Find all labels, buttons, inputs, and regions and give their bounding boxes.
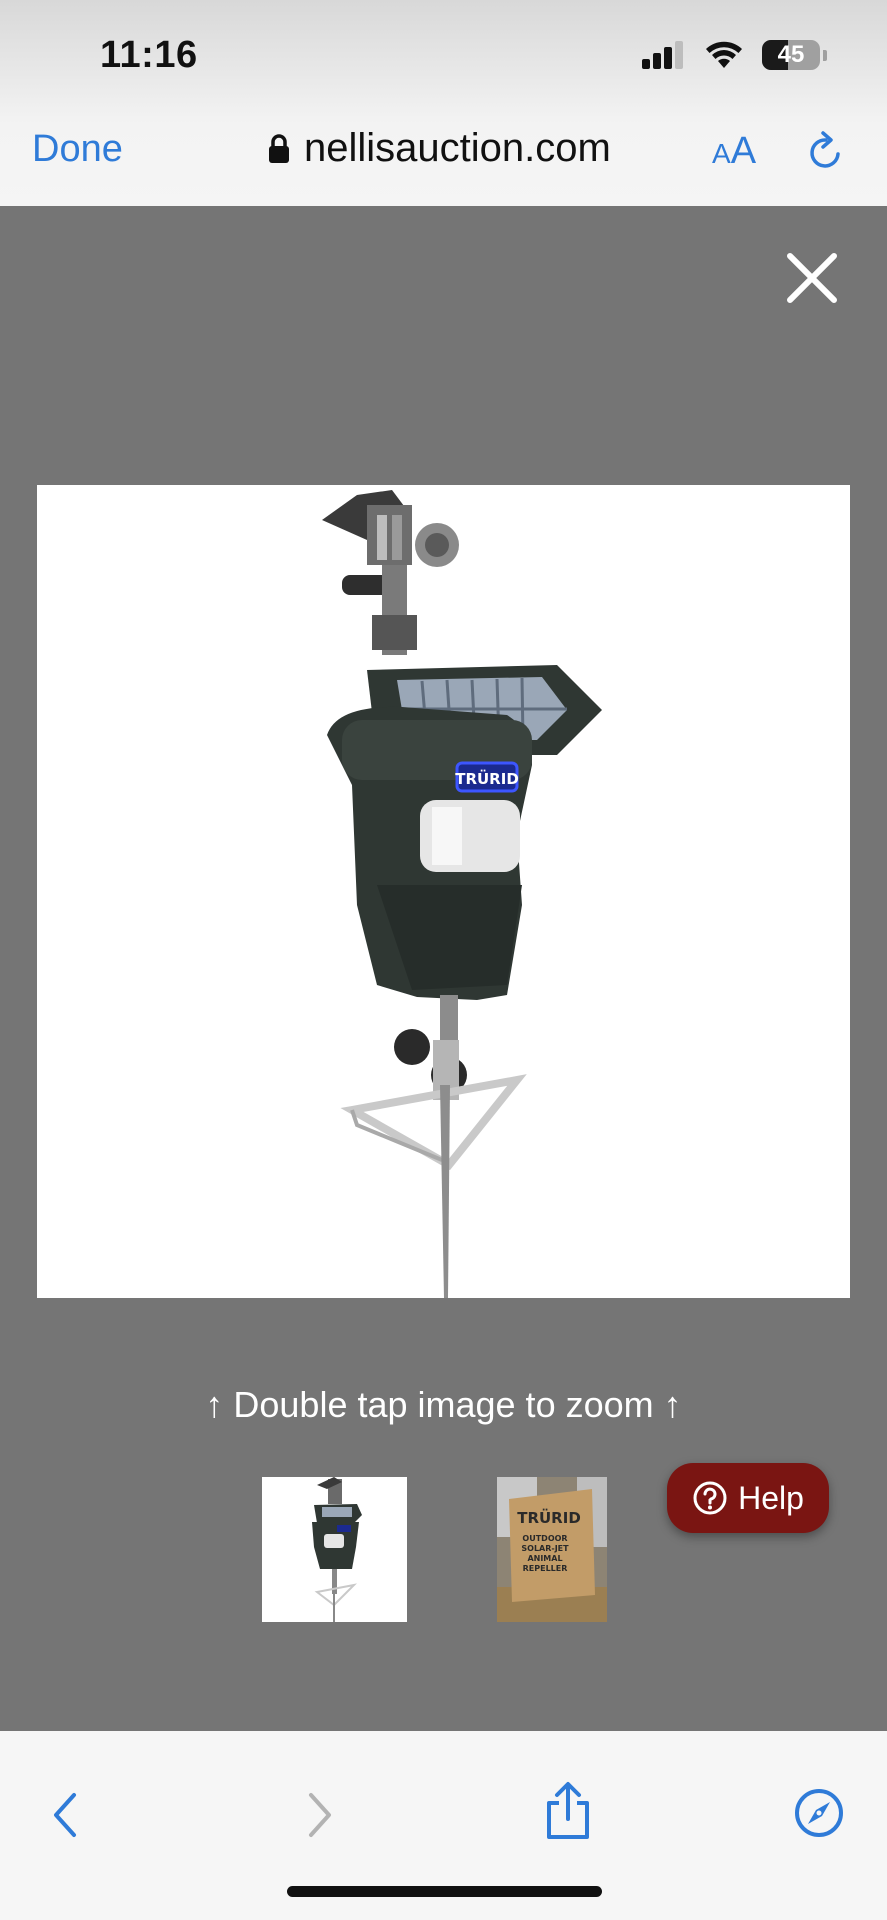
thumbnail-product-image xyxy=(312,1477,362,1622)
back-icon[interactable] xyxy=(50,1791,80,1839)
help-icon xyxy=(693,1481,727,1515)
box-line-3: ANIMAL xyxy=(527,1554,562,1563)
product-brand-label: TRÜRID xyxy=(455,769,519,788)
main-product-image[interactable]: TRÜRID xyxy=(37,485,850,1298)
product-illustration: TRÜRID xyxy=(322,490,602,1298)
lock-icon xyxy=(269,133,289,163)
zoom-hint: ↑ Double tap image to zoom ↑ xyxy=(205,1384,682,1425)
status-icons: 45 xyxy=(642,40,827,70)
box-brand: TRÜRID xyxy=(517,1508,581,1527)
compass-icon[interactable] xyxy=(793,1787,845,1839)
battery-icon: 45 xyxy=(762,40,820,70)
signal-icon xyxy=(642,41,683,69)
close-icon[interactable] xyxy=(786,252,838,304)
address-bar[interactable]: nellisauction.com xyxy=(268,126,611,171)
reader-text-size-button[interactable]: AA xyxy=(712,130,756,173)
thumbnail-box-image: TRÜRID OUTDOOR SOLAR-JET ANIMAL REPELLER xyxy=(497,1477,607,1622)
share-icon[interactable] xyxy=(543,1781,593,1841)
done-button[interactable]: Done xyxy=(32,128,123,171)
box-line-1: OUTDOOR xyxy=(522,1534,567,1543)
box-line-2: SOLAR-JET xyxy=(521,1544,569,1553)
thumbnail-box[interactable]: TRÜRID OUTDOOR SOLAR-JET ANIMAL REPELLER xyxy=(497,1477,607,1622)
reload-icon[interactable] xyxy=(806,130,846,172)
box-line-4: REPELLER xyxy=(523,1564,568,1573)
aa-small: A xyxy=(712,138,731,169)
browser-header: 11:16 45 Done nellisauction.com AA xyxy=(0,0,887,206)
url-text: nellisauction.com xyxy=(304,126,611,170)
help-button[interactable]: Help xyxy=(667,1463,829,1533)
forward-icon[interactable] xyxy=(305,1791,335,1839)
aa-large: A xyxy=(730,130,757,172)
status-time: 11:16 xyxy=(100,34,198,76)
battery-percent: 45 xyxy=(777,41,805,68)
home-indicator xyxy=(287,1886,602,1897)
wifi-icon xyxy=(706,41,742,68)
help-label: Help xyxy=(738,1479,804,1516)
thumbnail-product[interactable] xyxy=(262,1477,407,1622)
battery-tip xyxy=(823,49,827,61)
